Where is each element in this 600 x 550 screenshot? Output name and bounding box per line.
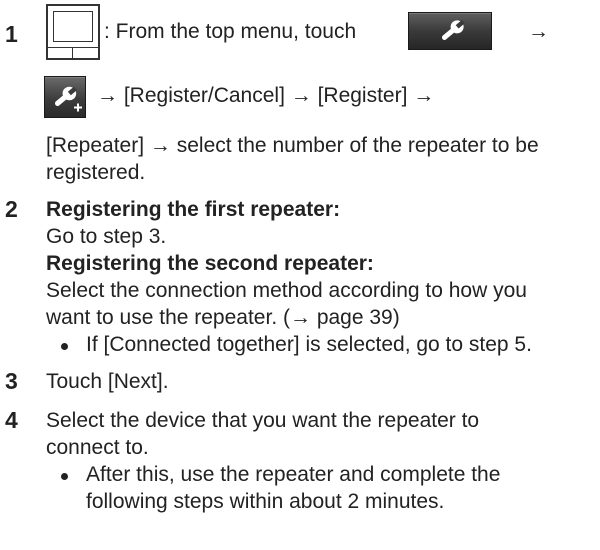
step-4-bullet-line-1: After this, use the repeater and complet… (86, 463, 501, 486)
step-1-line-4: registered. (46, 161, 146, 184)
step-1-line-3: [Repeater] → select the number of the re… (46, 134, 539, 157)
step-1-number: 1 (5, 21, 18, 47)
step-2-line-1: Go to step 3. (46, 225, 167, 248)
step-2-heading-1: Registering the first repeater: (46, 198, 341, 221)
step-2-line-2a: Select the connection method according t… (46, 279, 527, 302)
step-3-number: 3 (5, 368, 18, 394)
step-2-line-2b: want to use the repeater. (→ page 39) (46, 306, 400, 329)
register-button[interactable] (44, 76, 86, 118)
step-3-text: Touch [Next]. (46, 370, 169, 393)
step-4-line-1: Select the device that you want the repe… (46, 409, 480, 432)
step-1-arrow: → (528, 20, 549, 43)
monitor-icon (46, 4, 100, 60)
step-2-bullet: If [Connected together] is selected, go … (86, 333, 532, 356)
step-1-line-1: : From the top menu, touch (104, 20, 357, 43)
step-4-line-2: connect to. (46, 436, 149, 459)
step-4-bullet-line-2: following steps within about 2 minutes. (86, 490, 445, 513)
settings-button[interactable] (408, 12, 492, 50)
step-2-heading-2: Registering the second repeater: (46, 252, 374, 275)
bullet-icon (61, 473, 68, 480)
step-1-line-2: → [Register/Cancel] → [Register] → (97, 84, 435, 107)
step-4-number: 4 (5, 407, 18, 433)
step-2-number: 2 (5, 196, 18, 222)
bullet-icon (61, 343, 68, 350)
wrench-icon (441, 20, 465, 40)
wrench-plus-icon (54, 86, 82, 112)
